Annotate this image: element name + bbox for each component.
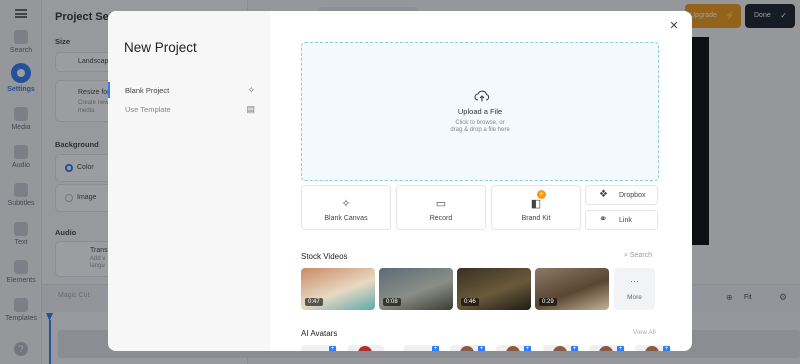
camera-icon: ▭: [435, 198, 447, 210]
avatar-card[interactable]: +: [543, 345, 579, 351]
link-button[interactable]: ⚭ Link: [585, 210, 658, 230]
stock-videos-title: Stock Videos: [301, 252, 348, 261]
upload-dropzone[interactable]: Upload a File Click to browse, or drag &…: [301, 42, 659, 181]
stock-search[interactable]: ⌕ Search: [624, 252, 652, 260]
dropbox-icon: ❖: [599, 189, 608, 200]
sparkle-icon: ✧: [247, 85, 255, 95]
plus-icon: +: [432, 346, 439, 351]
avatar: [599, 346, 613, 351]
avatar-card[interactable]: +: [589, 345, 625, 351]
record-tile[interactable]: ▭ Record: [396, 185, 486, 230]
template-icon: ▤: [246, 104, 255, 114]
link-icon: ⚭: [599, 214, 608, 225]
ai-avatars-title: AI Avatars: [301, 329, 338, 338]
stock-video-1[interactable]: 0:47: [301, 268, 375, 310]
brand-kit-tile[interactable]: ◧ + Brand Kit: [491, 185, 581, 230]
upload-sub-1: Click to browse, or: [455, 120, 505, 126]
avatar-card[interactable]: +: [635, 345, 671, 351]
avatar-card[interactable]: +: [301, 345, 337, 351]
plus-icon: +: [329, 346, 336, 351]
avatar: [506, 346, 520, 351]
sparkle-icon: ✧: [341, 198, 351, 210]
plus-icon: +: [524, 346, 531, 351]
avatar-card[interactable]: +: [404, 345, 440, 351]
plus-icon: +: [478, 346, 485, 351]
modal-sidebar: New Project Blank Project ✧ Use Template…: [108, 11, 270, 351]
dropbox-button[interactable]: ❖ Dropbox: [585, 185, 658, 205]
nav-blank-project[interactable]: Blank Project ✧: [108, 82, 270, 98]
avatar: [460, 346, 474, 351]
plus-badge-icon: +: [537, 190, 546, 199]
cloud-upload-icon: [474, 90, 490, 102]
plus-icon: +: [663, 346, 670, 351]
view-all-link[interactable]: View All: [633, 329, 656, 336]
upload-title: Upload a File: [457, 107, 503, 116]
more-icon: ···: [630, 276, 639, 286]
stock-video-3[interactable]: 0:46: [457, 268, 531, 310]
blank-canvas-tile[interactable]: ✧ Blank Canvas: [301, 185, 391, 230]
plus-icon: +: [571, 346, 578, 351]
avatar-card[interactable]: +: [450, 345, 486, 351]
plus-icon: +: [617, 346, 624, 351]
avatar-card[interactable]: [348, 345, 384, 351]
avatar-card[interactable]: +: [496, 345, 532, 351]
modal-title: New Project: [124, 40, 197, 55]
new-project-modal: New Project Blank Project ✧ Use Template…: [108, 11, 692, 351]
avatar: [553, 346, 567, 351]
more-videos-button[interactable]: ··· More: [614, 268, 655, 310]
close-icon[interactable]: ✕: [667, 19, 681, 33]
avatar: [645, 346, 659, 351]
upload-sub-2: drag & drop a file here: [450, 127, 510, 133]
stock-video-4[interactable]: 0:29: [535, 268, 609, 310]
avatar: [358, 346, 372, 351]
stock-video-2[interactable]: 0:08: [379, 268, 453, 310]
brand-kit-icon: ◧: [530, 198, 542, 210]
nav-use-template[interactable]: Use Template ▤: [108, 101, 270, 117]
